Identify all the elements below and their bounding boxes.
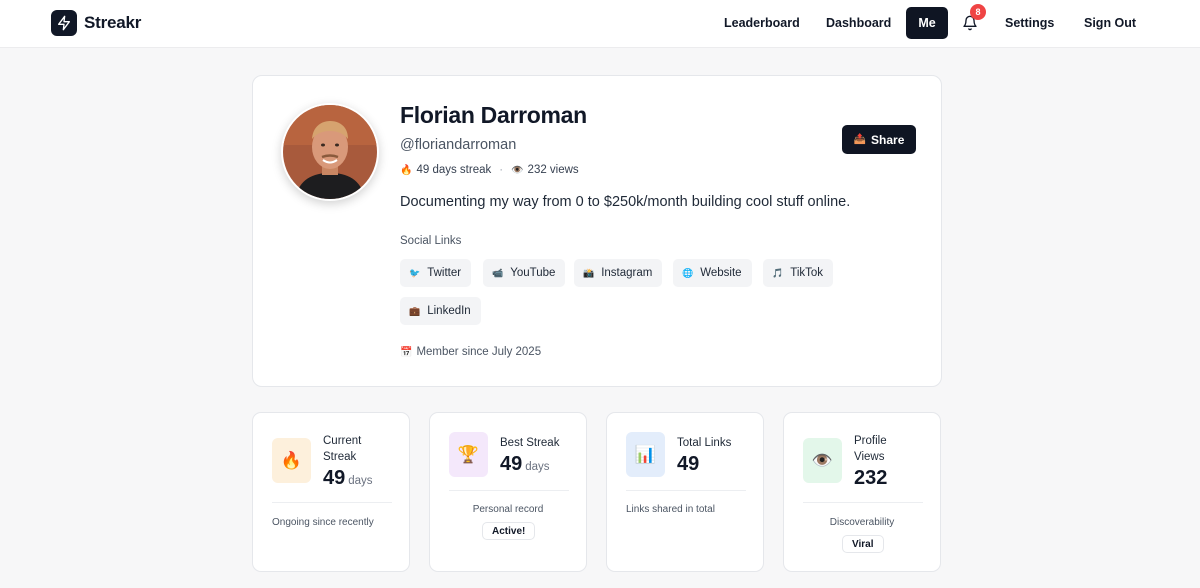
eye-icon: 👁️ [803, 438, 842, 483]
stat-number: 49 [677, 453, 700, 475]
lightning-bolt-icon [51, 10, 77, 36]
separator-dot: · [499, 164, 504, 176]
social-link-youtube[interactable]: 📹 YouTube [483, 259, 566, 287]
stat-divider [449, 490, 569, 491]
social-link-linkedin[interactable]: 💼 LinkedIn [400, 297, 481, 325]
camera-icon: 📸 [583, 267, 595, 278]
stat-unit: days [525, 461, 550, 473]
stat-number: 232 [854, 467, 888, 489]
stat-note: Discoverability [829, 517, 895, 528]
status-badge: Active! [482, 522, 536, 540]
briefcase-icon: 💼 [409, 305, 421, 316]
stat-value: 49 [677, 453, 702, 476]
profile-stats-line: 🔥 49 days streak · 👁️ 232 views [400, 164, 579, 176]
nav-me-button[interactable]: Me [906, 7, 948, 39]
social-link-label: YouTube [510, 267, 556, 279]
nav-leaderboard-link[interactable]: Leaderboard [724, 16, 800, 30]
share-button-label: Share [871, 132, 905, 147]
share-button[interactable]: 📤 Share [842, 125, 916, 154]
member-since-text: Member since July 2025 [416, 346, 542, 358]
fire-icon: 🔥 [400, 164, 413, 176]
status-badge: Viral [842, 535, 884, 553]
social-link-label: Instagram [601, 267, 653, 279]
social-link-tiktok[interactable]: 🎵 TikTok [763, 259, 834, 287]
avatar-image [283, 105, 377, 199]
stat-value: 49 days [323, 467, 373, 490]
stat-label: Profile Views [854, 435, 887, 463]
profile-card: Florian Darroman @floriandarroman 🔥 49 d… [252, 75, 942, 387]
stat-label: Total Links [677, 437, 732, 449]
eye-icon: 👁️ [511, 164, 524, 176]
nav-dashboard-link[interactable]: Dashboard [826, 16, 891, 30]
brand-name: Streakr [84, 13, 142, 32]
social-link-label: Twitter [427, 267, 462, 279]
stat-label: Best Streak [500, 437, 560, 449]
stat-note: Links shared in total [626, 504, 715, 515]
profile-handle: @floriandarroman [400, 137, 517, 153]
nav-sign-out-link[interactable]: Sign Out [1084, 16, 1136, 30]
social-link-label: TikTok [790, 267, 824, 279]
share-tray-icon: 📤 [853, 134, 867, 145]
bird-icon: 🐦 [409, 267, 421, 278]
brand-logo[interactable]: Streakr [51, 10, 141, 36]
bar-chart-icon: 📊 [626, 432, 665, 477]
stat-unit: days [348, 475, 373, 487]
member-since: 📅 Member since July 2025 [400, 346, 541, 358]
streak-text: 49 days streak [416, 164, 492, 176]
video-camera-icon: 📹 [492, 267, 504, 278]
calendar-icon: 📅 [400, 346, 413, 358]
stat-note: Ongoing since recently [272, 517, 374, 528]
social-link-website[interactable]: 🌐 Website [673, 259, 752, 287]
stat-divider [272, 502, 392, 503]
stat-divider [626, 490, 746, 491]
stat-note: Personal record [472, 504, 544, 515]
social-link-label: LinkedIn [427, 305, 471, 317]
stat-value: 232 [854, 467, 890, 490]
views-text: 232 views [527, 164, 579, 176]
social-link-label: Website [700, 267, 742, 279]
stat-divider [803, 502, 923, 503]
trophy-icon: 🏆 [449, 432, 488, 477]
stat-card-current-streak: 🔥 Current Streak 49 days Ongoing since re… [252, 412, 410, 572]
stat-number: 49 [323, 467, 346, 489]
top-navigation-bar: Streakr Leaderboard Dashboard Me 8 Setti… [0, 0, 1200, 48]
stat-number: 49 [500, 453, 523, 475]
stat-card-profile-views: 👁️ Profile Views 232 Discoverability Vir… [783, 412, 941, 572]
avatar [281, 103, 379, 201]
nav-settings-link[interactable]: Settings [1005, 16, 1054, 30]
stat-label: Current Streak [323, 435, 362, 463]
fire-icon: 🔥 [272, 438, 311, 483]
social-link-twitter[interactable]: 🐦 Twitter [400, 259, 472, 287]
profile-bio: Documenting my way from 0 to $250k/month… [400, 194, 851, 210]
stat-card-total-links: 📊 Total Links 49 Links shared in total [606, 412, 764, 572]
music-note-icon: 🎵 [772, 267, 784, 278]
stat-card-best-streak: 🏆 Best Streak 49 days Personal record Act… [429, 412, 587, 572]
stat-value: 49 days [500, 453, 550, 476]
notification-count-badge: 8 [970, 4, 986, 20]
social-links-heading: Social Links [400, 235, 462, 247]
globe-icon: 🌐 [682, 267, 694, 278]
profile-name: Florian Darroman [400, 102, 587, 128]
social-link-instagram[interactable]: 📸 Instagram [574, 259, 663, 287]
